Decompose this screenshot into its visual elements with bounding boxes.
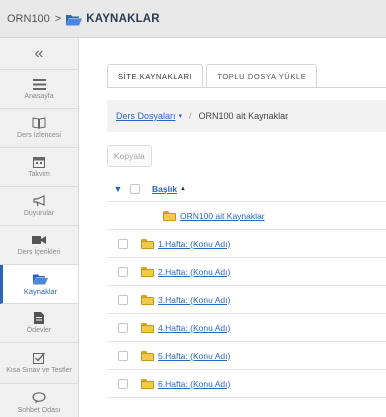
sidebar-item-odevler[interactable]: Ödevler: [0, 304, 78, 343]
folder-link[interactable]: 1.Hafta: (Konu Adı): [158, 239, 230, 249]
table-row-parent-folder: ORN100 ait Kaynaklar: [107, 202, 386, 230]
table-row: 2.Hafta: (Konu Adı): [107, 258, 386, 286]
folder-link[interactable]: 2.Hafta: (Konu Adı): [158, 267, 230, 277]
sidebar-item-label: Sohbet Odası: [17, 407, 61, 414]
sidebar-item-label: Ders İçerikleri: [17, 249, 61, 256]
table-row: 4.Hafta: (Konu Adı): [107, 314, 386, 342]
sidebar-item-takvim[interactable]: Takvim: [0, 148, 78, 187]
video-icon: [32, 233, 46, 247]
breadcrumb-link-ders-dosyalari[interactable]: Ders Dosyaları: [116, 111, 176, 121]
breadcrumb-separator: /: [189, 111, 192, 121]
sidebar-item-label: Ders İzlencesi: [17, 132, 61, 139]
tab-divider: [107, 87, 386, 88]
folder-icon: [141, 322, 154, 333]
sidebar-item-sohbet-odasi[interactable]: Sohbet Odası: [0, 384, 78, 417]
row-checkbox[interactable]: [118, 266, 128, 277]
sidebar: « Anasayfa Ders İzlencesi Takvim Duyurul…: [0, 38, 79, 417]
course-code[interactable]: ORN100: [7, 13, 50, 25]
table-row: 5.Hafta: (Konu Adı): [107, 342, 386, 370]
folder-icon: [141, 266, 154, 277]
sort-ascending-icon[interactable]: ▲: [180, 186, 186, 192]
list-icon: [32, 77, 46, 91]
folder-link[interactable]: 6.Hafta: (Konu Adı): [158, 379, 230, 389]
breadcrumb-separator: >: [54, 12, 62, 25]
row-checkbox[interactable]: [118, 294, 128, 305]
select-all-checkbox[interactable]: [130, 183, 140, 194]
row-checkbox[interactable]: [118, 350, 128, 361]
folder-icon: [141, 294, 154, 305]
sidebar-item-label: Takvim: [28, 171, 50, 178]
sidebar-item-label: Kısa Sınav ve Testler: [6, 367, 72, 374]
megaphone-icon: [32, 194, 46, 208]
folder-icon: [141, 350, 154, 361]
sidebar-item-kisa-sinav[interactable]: Kısa Sınav ve Testler: [0, 343, 78, 384]
book-icon: [32, 116, 46, 130]
copy-button[interactable]: Kopyala: [107, 145, 152, 167]
sidebar-item-label: Anasayfa: [24, 93, 54, 100]
calendar-icon: [33, 155, 45, 169]
sidebar-item-label: Duyurular: [23, 210, 55, 217]
table-row: 3.Hafta: (Konu Adı): [107, 286, 386, 314]
folder-link[interactable]: 3.Hafta: (Konu Adı): [158, 295, 230, 305]
tab-toplu-dosya-yukle[interactable]: TOPLU DOSYA YÜKLE: [206, 64, 318, 88]
resource-breadcrumb: Ders Dosyaları ▾ / ORN100 ait Kaynaklar: [107, 100, 386, 132]
document-icon: [34, 311, 44, 325]
folder-link[interactable]: 5.Hafta: (Konu Adı): [158, 351, 230, 361]
folder-icon: [163, 210, 176, 221]
top-breadcrumb-bar: ORN100 > KAYNAKLAR: [0, 0, 386, 38]
parent-folder-link[interactable]: ORN100 ait Kaynaklar: [180, 211, 265, 221]
tab-bar: SİTE KAYNAKLARI TOPLU DOSYA YÜKLE: [107, 64, 320, 88]
row-checkbox[interactable]: [118, 378, 128, 389]
sidebar-item-duyurular[interactable]: Duyurular: [0, 187, 78, 226]
folder-icon: [33, 272, 48, 286]
folder-icon: [141, 378, 154, 389]
chat-icon: [32, 391, 46, 405]
sidebar-item-ders-izlencesi[interactable]: Ders İzlencesi: [0, 109, 78, 148]
folder-icon: [141, 238, 154, 249]
sidebar-item-ders-icerikleri[interactable]: Ders İçerikleri: [0, 226, 78, 265]
sidebar-item-kaynaklar[interactable]: Kaynaklar: [0, 265, 78, 304]
column-header-title[interactable]: Başlık: [152, 184, 177, 194]
chevron-down-icon[interactable]: ▼: [110, 184, 126, 194]
sidebar-item-label: Kaynaklar: [23, 287, 58, 296]
page-title: KAYNAKLAR: [86, 12, 160, 25]
chevron-down-icon[interactable]: ▾: [179, 112, 183, 120]
breadcrumb-current: ORN100 ait Kaynaklar: [198, 111, 289, 121]
sidebar-item-label: Ödevler: [26, 327, 52, 334]
table-header: ▼ Başlık ▲: [107, 176, 386, 202]
tab-site-kaynaklari[interactable]: SİTE KAYNAKLARI: [107, 64, 204, 88]
row-checkbox[interactable]: [118, 322, 128, 333]
checkbox-icon: [33, 351, 45, 365]
main-content: SİTE KAYNAKLARI TOPLU DOSYA YÜKLE Ders D…: [80, 38, 386, 417]
table-row: 1.Hafta: (Konu Adı): [107, 230, 386, 258]
collapse-sidebar-button[interactable]: «: [0, 38, 78, 70]
folder-link[interactable]: 4.Hafta: (Konu Adı): [158, 323, 230, 333]
sidebar-item-anasayfa[interactable]: Anasayfa: [0, 70, 78, 109]
folder-open-icon: [66, 13, 83, 25]
row-checkbox[interactable]: [118, 238, 128, 249]
table-row: 6.Hafta: (Konu Adı): [107, 370, 386, 398]
